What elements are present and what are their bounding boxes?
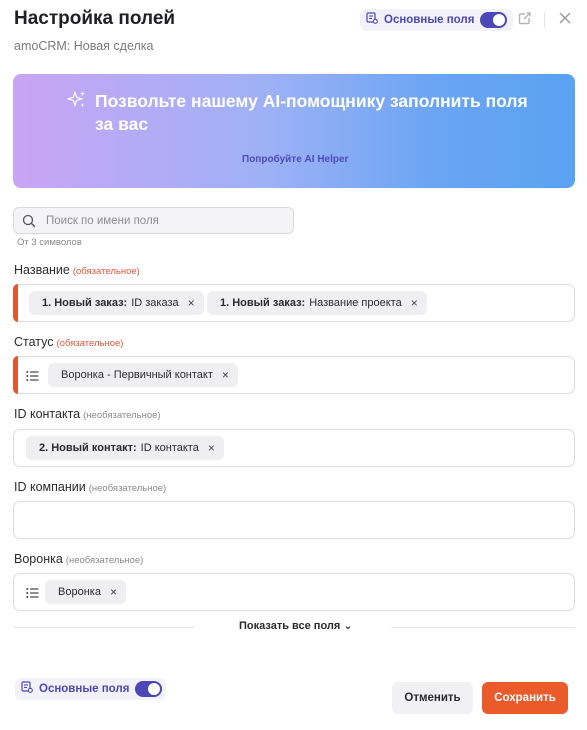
page-subtitle: amoCRM: Новая сделка bbox=[14, 39, 154, 53]
show-all-fields-button[interactable]: Показать все поля ⌄ bbox=[239, 619, 353, 632]
field-input-name[interactable]: 1. Новый заказ: ID заказа × 1. Новый заказ… bbox=[13, 284, 575, 322]
list-icon bbox=[26, 586, 39, 604]
footer-main-fields-toggle[interactable]: Основные поля bbox=[15, 678, 167, 700]
field-label-text: ID контакта bbox=[14, 407, 81, 421]
save-button[interactable]: Сохранить bbox=[482, 682, 568, 714]
optional-tag: (необязательное) bbox=[65, 555, 144, 566]
chip-text: Воронка bbox=[58, 586, 101, 598]
header-toggle-switch[interactable] bbox=[480, 12, 508, 28]
chip-remove-icon[interactable]: × bbox=[222, 368, 229, 382]
chip[interactable]: Воронка × bbox=[45, 580, 126, 604]
chip[interactable]: 1. Новый заказ: Название проекта × bbox=[207, 291, 427, 315]
header-toggle-label: Основные поля bbox=[384, 14, 475, 26]
field-input-status[interactable]: Воронка - Первичный контакт × bbox=[13, 356, 575, 394]
field-label-company-id: ID компании (необязательное) bbox=[14, 480, 166, 494]
banner-headline: Позвольте нашему AI-помощнику заполнить … bbox=[95, 91, 528, 134]
field-label-text: Статус bbox=[14, 335, 54, 349]
footer-toggle-switch[interactable] bbox=[135, 681, 163, 697]
field-label-name: Название (обязательное) bbox=[14, 263, 140, 277]
page-title: Настройка полей bbox=[14, 8, 176, 29]
field-search[interactable] bbox=[13, 207, 294, 234]
close-icon bbox=[559, 11, 571, 29]
show-all-fields: Показать все поля ⌄ bbox=[13, 619, 575, 635]
ai-helper-banner: Позвольте нашему AI-помощнику заполнить … bbox=[13, 74, 575, 188]
field-label-text: Воронка bbox=[14, 552, 63, 566]
footer-toggle-label: Основные поля bbox=[39, 683, 130, 695]
field-settings-icon bbox=[366, 11, 378, 29]
field-label-status: Статус (обязательное) bbox=[14, 335, 123, 349]
header-main-fields-toggle[interactable]: Основные поля bbox=[360, 9, 514, 31]
field-input-company-id[interactable] bbox=[13, 501, 575, 539]
chip-source: 1. Новый заказ: bbox=[42, 297, 128, 309]
optional-tag: (необязательное) bbox=[88, 483, 167, 494]
chip-remove-icon[interactable]: × bbox=[188, 296, 195, 310]
chip-text: ID контакта bbox=[140, 442, 199, 454]
close-button[interactable] bbox=[556, 11, 574, 29]
chip-source: 2. Новый контакт: bbox=[39, 442, 137, 454]
search-hint: От 3 символов bbox=[17, 237, 82, 248]
field-settings-icon bbox=[21, 680, 33, 698]
field-label-contact-id: ID контакта (необязательное) bbox=[14, 407, 161, 421]
divider bbox=[391, 627, 575, 628]
search-input[interactable] bbox=[46, 211, 286, 230]
show-all-label: Показать все поля bbox=[239, 620, 341, 632]
field-label-text: ID компании bbox=[14, 480, 86, 494]
export-icon bbox=[518, 11, 532, 30]
chip-remove-icon[interactable]: × bbox=[110, 585, 117, 599]
chip-source: 1. Новый заказ: bbox=[220, 297, 306, 309]
chip[interactable]: 2. Новый контакт: ID контакта × bbox=[26, 436, 224, 460]
export-button[interactable] bbox=[516, 11, 534, 29]
chip-remove-icon[interactable]: × bbox=[411, 296, 418, 310]
chip-text: Воронка - Первичный контакт bbox=[61, 369, 213, 381]
chip[interactable]: 1. Новый заказ: ID заказа × bbox=[29, 291, 204, 315]
optional-tag: (необязательное) bbox=[83, 410, 161, 421]
chip-text: ID заказа bbox=[131, 297, 179, 309]
chip[interactable]: Воронка - Первичный контакт × bbox=[48, 363, 238, 387]
cancel-button[interactable]: Отменить bbox=[392, 682, 473, 714]
required-tag: (обязательное) bbox=[56, 338, 124, 349]
required-tag: (обязательное) bbox=[72, 266, 140, 277]
header-divider bbox=[544, 12, 545, 28]
chip-text: Название проекта bbox=[309, 297, 402, 309]
field-input-contact-id[interactable]: 2. Новый контакт: ID контакта × bbox=[13, 429, 575, 467]
list-icon bbox=[26, 369, 39, 387]
chevron-down-icon: ⌄ bbox=[343, 620, 353, 632]
sparkle-icon bbox=[67, 90, 87, 115]
field-label-text: Название bbox=[14, 263, 70, 277]
field-label-pipeline: Воронка (необязательное) bbox=[14, 552, 143, 566]
divider bbox=[13, 627, 195, 628]
ai-helper-link[interactable]: Попробуйте AI Helper bbox=[242, 154, 348, 165]
chip-remove-icon[interactable]: × bbox=[208, 441, 215, 455]
field-input-pipeline[interactable]: Воронка × bbox=[13, 573, 575, 611]
search-icon bbox=[22, 214, 36, 233]
